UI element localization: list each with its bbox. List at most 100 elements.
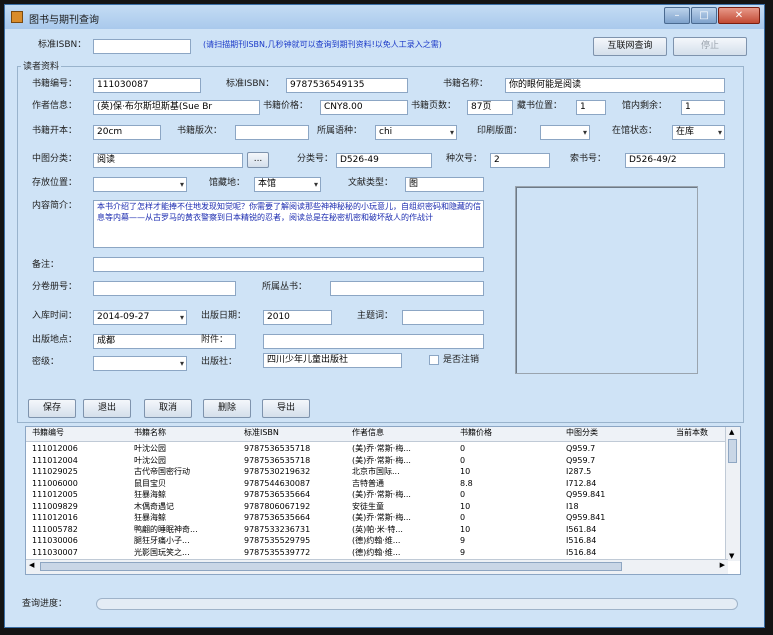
isbn-search-input[interactable]: [93, 39, 191, 54]
exit-button[interactable]: 退出: [83, 399, 131, 418]
save-button[interactable]: 保存: [28, 399, 76, 418]
format-input[interactable]: 20cm: [93, 125, 161, 140]
publisher-label: 出版社：: [201, 357, 238, 367]
edition-input[interactable]: [235, 125, 309, 140]
summary-textarea[interactable]: 本书介绍了怎样才能捧不住地发现知觉呢？你需要了解阅读那些神神秘秘的小玩意儿，自组…: [93, 200, 484, 248]
table-row[interactable]: 111029025 古代帝国密行动 9787530219632 北京市国际... 10 I…: [26, 466, 726, 477]
pub-date-input[interactable]: 2010: [263, 310, 332, 325]
col-header[interactable]: 中图分类: [566, 427, 598, 438]
scroll-down-icon[interactable]: ▼: [729, 552, 734, 560]
book-name-input[interactable]: 你的眼何能是阅读: [505, 78, 725, 93]
delete-button[interactable]: 删除: [203, 399, 251, 418]
scroll-left-icon[interactable]: ◀: [29, 561, 34, 569]
doc-type-label: 文献类型：: [348, 178, 394, 188]
col-header[interactable]: 书籍名称: [134, 427, 166, 438]
window-title: 图书与期刊查询: [29, 15, 99, 26]
table-row[interactable]: 111012004 叶沈公园 9787536535718 (美)乔·常斯·梅... 0 Q…: [26, 455, 726, 466]
chevron-down-icon: ▾: [179, 359, 184, 368]
table-cell: (德)约翰·维...: [352, 547, 401, 557]
table-cell: 9787535529795: [244, 536, 311, 545]
col-header[interactable]: 标准ISBN: [244, 427, 279, 438]
call-no-input[interactable]: D526-49/2: [625, 153, 725, 168]
horizontal-scroll-thumb[interactable]: [40, 562, 622, 571]
cancel-checkbox[interactable]: [429, 355, 439, 365]
internet-query-button[interactable]: 互联网查询: [593, 37, 667, 56]
table-row[interactable]: 111005782 鸭翩的睡眠神奇... 9787533236731 (英)帕·米·特…: [26, 524, 726, 535]
isbn-hint-text: (请扫描期刊ISBN,几秒钟就可以查询到期刊资料!以免人工录入之需): [203, 40, 442, 49]
author-input[interactable]: (英)保·布尔斯坦斯基(Sue Br: [93, 100, 260, 115]
publisher-input[interactable]: 四川少年儿童出版社: [263, 353, 402, 368]
table-cell: 0: [460, 455, 466, 465]
cancel-button[interactable]: 取消: [144, 399, 192, 418]
table-cell: 111009829: [32, 501, 78, 511]
col-header[interactable]: 作者信息: [352, 427, 384, 438]
col-header[interactable]: 当前本数: [676, 427, 708, 438]
language-value: chi: [379, 127, 393, 137]
stock-label: 馆内剩余：: [622, 101, 668, 111]
location-select[interactable]: ▾: [93, 177, 187, 192]
call-no-label: 索书号：: [570, 154, 607, 164]
table-cell: (美)乔·常斯·梅...: [352, 513, 411, 522]
class-no-input[interactable]: D526-49: [336, 153, 432, 168]
notes-label: 备注：: [32, 260, 60, 270]
status-select[interactable]: 在库 ▾: [672, 125, 725, 140]
series-input[interactable]: [330, 281, 484, 296]
table-cell: 9787530219632: [244, 467, 311, 476]
table-cell: 安徒生童: [352, 501, 384, 511]
close-button[interactable]: ✕: [718, 7, 760, 24]
attachment-input[interactable]: [263, 334, 484, 349]
secret-select[interactable]: ▾: [93, 356, 187, 371]
vertical-scrollbar[interactable]: ▲ ▼: [725, 427, 740, 561]
browse-class-button[interactable]: ...: [247, 152, 269, 168]
table-row[interactable]: 111030007 光影国玩笑之... 9787535539772 (德)约翰·维..…: [26, 547, 726, 558]
type-no-input[interactable]: 2: [490, 153, 550, 168]
volume-no-input[interactable]: [93, 281, 236, 296]
collection-select[interactable]: 本馆 ▾: [254, 177, 321, 192]
table-cell: (美)乔·常斯·梅...: [352, 490, 411, 499]
isbn-input[interactable]: 9787536549135: [286, 78, 408, 93]
table-row[interactable]: 111006000 鼠目宝贝 9787544630087 吉特普通 8.8 I712.84: [26, 478, 726, 489]
pages-input[interactable]: 87页: [467, 100, 513, 115]
shelf-pos-input[interactable]: 1: [576, 100, 606, 115]
table-cell: 10: [460, 467, 471, 476]
stop-button[interactable]: 停止: [673, 37, 747, 56]
print-face-label: 印刷版面：: [477, 126, 523, 136]
cn-class-input[interactable]: 阅读: [93, 153, 243, 168]
scroll-right-icon[interactable]: ▶: [720, 561, 725, 569]
doc-type-input[interactable]: 图: [405, 177, 484, 192]
isbn-search-label: 标准ISBN：: [38, 40, 87, 50]
col-header[interactable]: 书籍编号: [32, 427, 64, 438]
table-header: 书籍编号 书籍名称 标准ISBN 作者信息 书籍价格 中图分类 当前本数: [26, 427, 740, 442]
table-row[interactable]: 111012006 叶沈公园 9787536535718 (美)乔·常斯·梅... 0 Q…: [26, 443, 726, 454]
table-cell: 腿狂牙痛小子...: [134, 536, 190, 545]
status-label: 在馆状态：: [612, 126, 658, 136]
in-date-picker[interactable]: 2014-09-27 ▾: [93, 310, 187, 325]
book-no-input[interactable]: 111030087: [93, 78, 201, 93]
table-row[interactable]: 111009829 木偶奇遇记 9787806067192 安徒生童 10 I18: [26, 501, 726, 512]
maximize-button[interactable]: □: [691, 7, 717, 24]
table-row[interactable]: 111012016 狂暴海鲸 9787536535664 (美)乔·常斯·梅... 0 Q…: [26, 512, 726, 523]
author-label: 作者信息：: [32, 101, 78, 111]
vertical-scroll-thumb[interactable]: [728, 439, 737, 463]
horizontal-scrollbar[interactable]: ◀ ▶: [26, 559, 728, 574]
keywords-input[interactable]: [402, 310, 484, 325]
minimize-button[interactable]: –: [664, 7, 690, 24]
price-input[interactable]: CNY8.00: [320, 100, 408, 115]
group-title: 读者资料: [21, 59, 62, 72]
table-row[interactable]: 111012005 狂暴海鲸 9787536535664 (美)乔·常斯·梅... 0 Q…: [26, 489, 726, 500]
table-cell: 8.8: [460, 478, 473, 488]
volume-no-label: 分卷册号：: [32, 282, 78, 292]
language-select[interactable]: chi ▾: [375, 125, 457, 140]
export-button[interactable]: 导出: [262, 399, 310, 418]
table-cell: 9: [460, 536, 466, 545]
book-table: 书籍编号 书籍名称 标准ISBN 作者信息 书籍价格 中图分类 当前本数 111…: [25, 426, 741, 575]
stock-input[interactable]: 1: [681, 100, 725, 115]
scroll-up-icon[interactable]: ▲: [729, 428, 734, 436]
notes-input[interactable]: [93, 257, 484, 272]
format-label: 书籍开本：: [32, 126, 78, 136]
table-row[interactable]: 111030006 腿狂牙痛小子... 9787535529795 (德)约翰·维..…: [26, 535, 726, 546]
table-cell: 北京市国际...: [352, 467, 400, 476]
col-header[interactable]: 书籍价格: [460, 427, 492, 438]
print-face-select[interactable]: ▾: [540, 125, 590, 140]
chevron-down-icon: ▾: [179, 180, 184, 189]
